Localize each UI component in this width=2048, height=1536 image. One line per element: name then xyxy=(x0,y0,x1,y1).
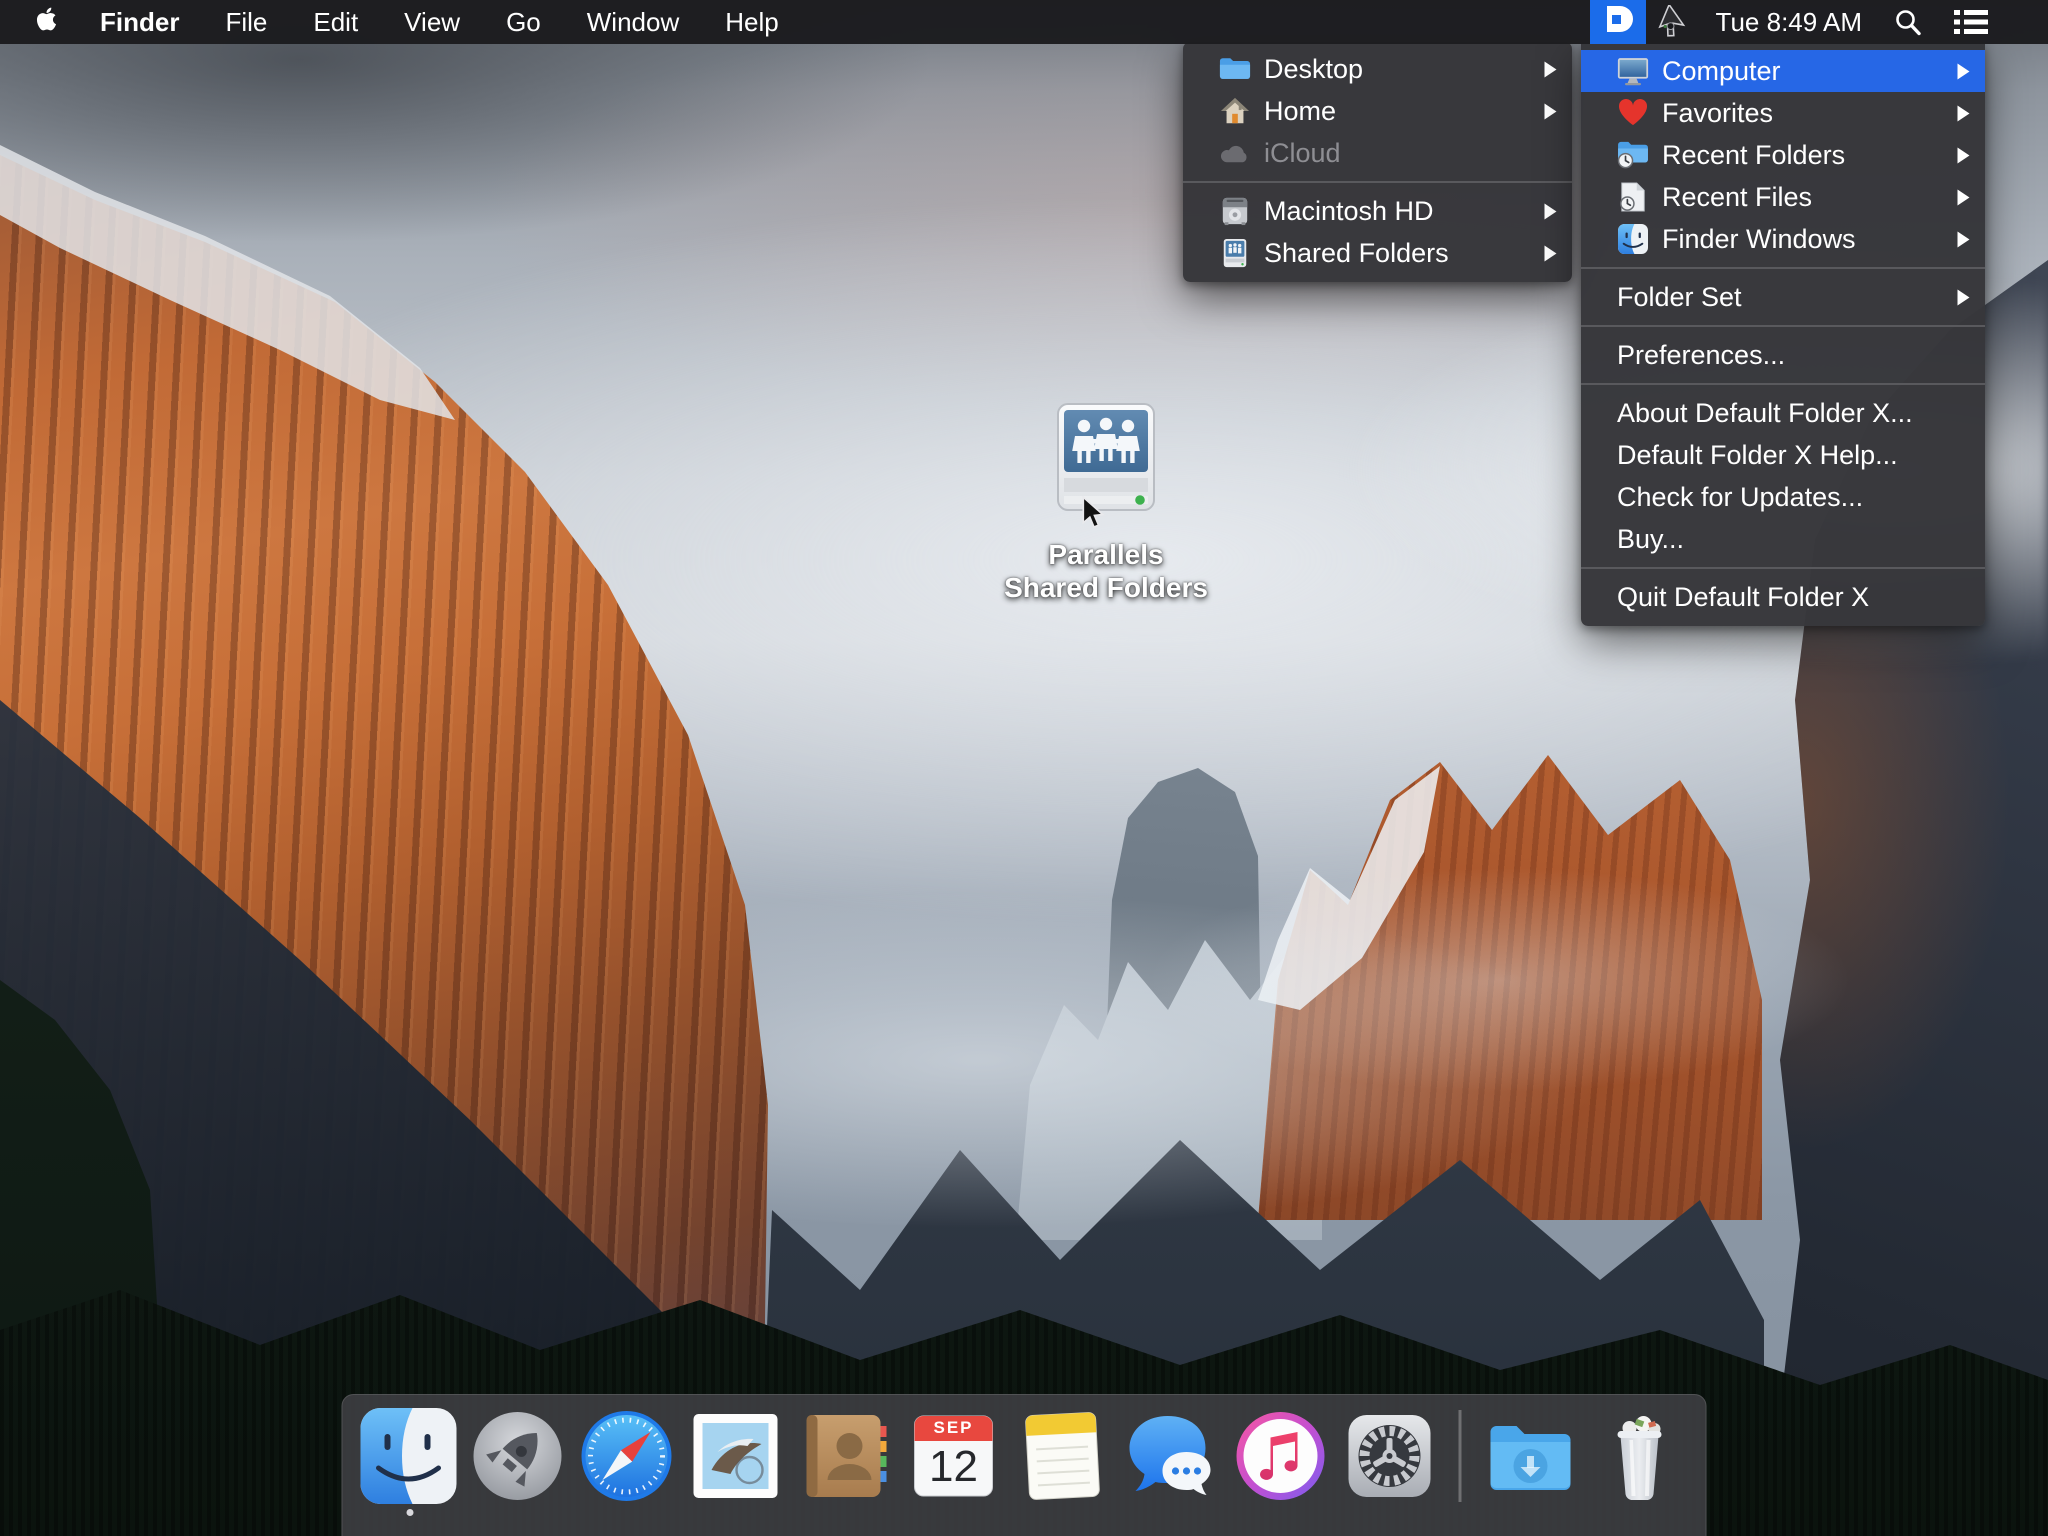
cloud-icon xyxy=(1219,137,1251,169)
menu-item-about-default-folder-x[interactable]: About Default Folder X... xyxy=(1581,392,1985,434)
menu-item-macintosh-hd[interactable]: Macintosh HD xyxy=(1183,190,1572,232)
menu-item-buy[interactable]: Buy... xyxy=(1581,518,1985,560)
dock-item-downloads-folder[interactable] xyxy=(1483,1408,1579,1504)
menu-window[interactable]: Window xyxy=(564,0,702,44)
computer-submenu: Desktop Home iCloud Macintosh HD xyxy=(1183,42,1572,282)
menu-item-preferences[interactable]: Preferences... xyxy=(1581,334,1985,376)
dock-item-notes[interactable] xyxy=(1015,1408,1111,1504)
dock-item-calendar[interactable]: SEP 12 xyxy=(906,1408,1002,1504)
app-menu-finder[interactable]: Finder xyxy=(77,0,202,44)
menu-separator xyxy=(1581,383,1985,385)
menu-edit[interactable]: Edit xyxy=(290,0,381,44)
folder-icon xyxy=(1219,53,1251,85)
file-clock-icon xyxy=(1617,181,1649,213)
pointer-menu-extra[interactable] xyxy=(1658,5,1690,39)
menu-bar-left: Finder File Edit View Go Window Help xyxy=(0,0,802,44)
desktop-screen: Parallels Shared Folders Finder File Edi… xyxy=(0,0,2048,1536)
menu-item-favorites[interactable]: Favorites xyxy=(1581,92,1985,134)
menu-item-icloud: iCloud xyxy=(1183,132,1572,174)
menu-item-desktop[interactable]: Desktop xyxy=(1183,48,1572,90)
submenu-arrow-icon xyxy=(1956,104,1971,123)
submenu-arrow-icon xyxy=(1956,146,1971,165)
menu-item-folder-set[interactable]: Folder Set xyxy=(1581,276,1985,318)
home-icon xyxy=(1219,95,1251,127)
submenu-arrow-icon xyxy=(1956,188,1971,207)
submenu-arrow-icon xyxy=(1956,230,1971,249)
computer-icon xyxy=(1617,55,1649,87)
default-folder-x-icon xyxy=(1600,1,1636,44)
apple-menu[interactable] xyxy=(0,6,77,39)
default-folder-x-menu: Computer Favorites Recent Folders Recent… xyxy=(1581,44,1985,626)
menu-go[interactable]: Go xyxy=(483,0,564,44)
menu-file[interactable]: File xyxy=(202,0,290,44)
menu-separator xyxy=(1183,181,1572,183)
menu-view[interactable]: View xyxy=(381,0,483,44)
desktop-icon-label: Parallels Shared Folders xyxy=(1000,538,1212,604)
calendar-month-label: SEP xyxy=(906,1418,1002,1438)
submenu-arrow-icon xyxy=(1543,202,1558,221)
menu-bar-clock[interactable]: Tue 8:49 AM xyxy=(1716,7,1862,38)
dock-item-safari[interactable] xyxy=(579,1408,675,1504)
menu-item-default-folder-x-help[interactable]: Default Folder X Help... xyxy=(1581,434,1985,476)
menu-item-quit-default-folder-x[interactable]: Quit Default Folder X xyxy=(1581,576,1985,618)
dock-item-launchpad[interactable] xyxy=(470,1408,566,1504)
dock-separator xyxy=(1459,1410,1462,1502)
spotlight-search-icon[interactable] xyxy=(1894,8,1922,36)
menu-item-finder-windows[interactable]: Finder Windows xyxy=(1581,218,1985,260)
menu-item-check-for-updates[interactable]: Check for Updates... xyxy=(1581,476,1985,518)
shared-drive-small-icon xyxy=(1219,237,1251,269)
menu-item-recent-folders[interactable]: Recent Folders xyxy=(1581,134,1985,176)
shared-drive-icon xyxy=(1050,402,1162,522)
default-folder-x-menu-extra[interactable] xyxy=(1590,0,1646,44)
submenu-arrow-icon xyxy=(1956,288,1971,307)
submenu-arrow-icon xyxy=(1543,244,1558,263)
menu-separator xyxy=(1581,325,1985,327)
calendar-day-label: 12 xyxy=(906,1442,1002,1492)
dock-item-itunes[interactable] xyxy=(1233,1408,1329,1504)
menu-item-home[interactable]: Home xyxy=(1183,90,1572,132)
menu-help[interactable]: Help xyxy=(702,0,801,44)
menu-item-computer[interactable]: Computer xyxy=(1581,50,1985,92)
dock-item-finder[interactable] xyxy=(361,1408,457,1504)
menu-item-shared-folders[interactable]: Shared Folders xyxy=(1183,232,1572,274)
dock-item-messages[interactable] xyxy=(1124,1408,1220,1504)
dock-item-trash[interactable] xyxy=(1592,1408,1688,1504)
dock: SEP 12 xyxy=(342,1394,1707,1536)
apple-logo-icon xyxy=(36,6,57,39)
submenu-arrow-icon xyxy=(1956,62,1971,81)
finder-icon xyxy=(1617,223,1649,255)
desktop-icon-parallels-shared-folders[interactable]: Parallels Shared Folders xyxy=(1000,402,1212,604)
menu-item-recent-files[interactable]: Recent Files xyxy=(1581,176,1985,218)
submenu-arrow-icon xyxy=(1543,60,1558,79)
menu-separator xyxy=(1581,567,1985,569)
submenu-arrow-icon xyxy=(1543,102,1558,121)
dock-item-system-preferences[interactable] xyxy=(1342,1408,1438,1504)
finder-running-indicator xyxy=(407,1509,414,1516)
folder-clock-icon xyxy=(1617,139,1649,171)
menu-bar-right: Tue 8:49 AM xyxy=(1590,0,2048,44)
notification-center-icon[interactable] xyxy=(1954,9,1988,35)
mouse-cursor-icon xyxy=(1080,496,1106,535)
heart-icon xyxy=(1617,97,1649,129)
menu-bar: Finder File Edit View Go Window Help xyxy=(0,0,2048,44)
hard-drive-icon xyxy=(1219,195,1251,227)
menu-separator xyxy=(1581,267,1985,269)
dock-item-mail[interactable] xyxy=(688,1408,784,1504)
dock-item-contacts[interactable] xyxy=(797,1408,893,1504)
